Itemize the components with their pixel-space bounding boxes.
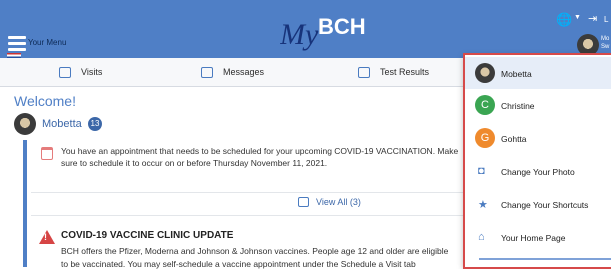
envelope-icon [201,66,213,78]
flask-icon [358,66,370,78]
menu-label[interactable]: Your Menu [28,38,66,47]
account-item-christine[interactable]: Christine [501,101,535,111]
view-all-link[interactable]: View All (3) [316,197,361,207]
change-shortcuts-item[interactable]: Change Your Shortcuts [501,200,588,210]
vaccine-update-line2: to be vaccinated. You may self-schedule … [61,259,416,269]
shortcut-messages-label: Messages [223,67,265,77]
camera-icon[interactable]: ◘ [478,165,485,177]
header-user-line2: Sw [601,44,610,50]
logo-bch-text: BCH [318,14,366,39]
feed-accent-rule [23,140,27,267]
change-photo-item[interactable]: Change Your Photo [501,167,575,177]
star-icon[interactable]: ★ [478,198,488,211]
shortcut-test-results[interactable]: Test Results [358,64,429,80]
logout-icon[interactable]: ⇥ [588,12,597,25]
calendar-icon [298,197,309,207]
warning-exclamation: ! [44,232,47,242]
mybch-logo[interactable]: My BCH [280,8,380,52]
calendar-icon [59,66,71,78]
calendar-alert-icon [41,147,53,160]
header-avatar[interactable] [577,34,599,56]
shortcut-test-results-label: Test Results [380,67,430,77]
account-avatar-mobetta[interactable] [475,63,495,83]
user-name: Mobetta [42,118,82,130]
account-item-mobetta[interactable]: Mobetta [501,69,532,79]
account-item-gohtta[interactable]: Gohtta [501,134,527,144]
welcome-heading: Welcome! [14,93,76,109]
logout-label[interactable]: L [604,15,608,24]
notification-count-badge: 13 [88,117,102,131]
hamburger-menu-icon[interactable] [8,36,26,52]
chevron-down-icon: ▼ [574,14,581,21]
dropdown-scroll-indicator[interactable] [479,258,611,260]
appointment-message-line2[interactable]: sure to schedule it to occur on or befor… [61,158,327,168]
shortcut-visits-label: Visits [81,67,103,77]
warning-icon [39,230,55,244]
vaccine-update-line1: BCH offers the Pfizer, Moderna and Johns… [61,246,449,256]
appointment-message-line1[interactable]: You have an appointment that needs to be… [61,146,458,156]
header-user-line1: Mo [601,36,610,42]
logo-my-text: My [280,18,319,51]
shortcut-visits[interactable]: Visits [59,64,102,80]
home-page-item[interactable]: Your Home Page [501,233,565,243]
account-avatar-christine[interactable]: C [475,95,495,115]
vaccine-update-title: COVID-19 VACCINE CLINIC UPDATE [61,230,234,241]
home-icon[interactable]: ⌂ [478,231,485,243]
account-avatar-gohtta[interactable]: G [475,128,495,148]
user-avatar [14,113,36,135]
shortcut-messages[interactable]: Messages [201,64,264,80]
globe-icon[interactable]: 🌐 [556,12,572,28]
